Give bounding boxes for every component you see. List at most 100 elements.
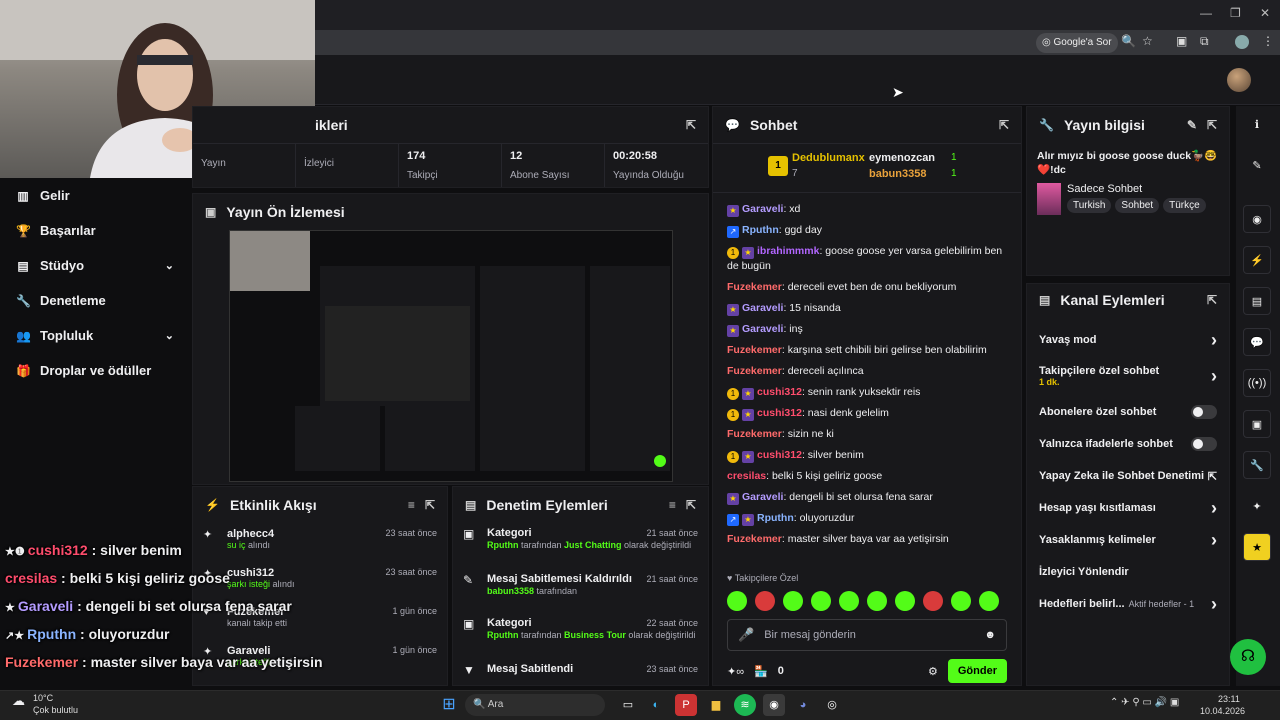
popout-icon[interactable]: ⇱	[425, 498, 435, 512]
close-icon[interactable]: ✕	[1260, 6, 1270, 20]
obs-icon[interactable]: ◎	[821, 694, 843, 716]
popout-icon[interactable]: ⇱	[686, 118, 696, 132]
tag-pill[interactable]: Sohbet	[1115, 198, 1160, 213]
bookmark-star-icon[interactable]: ☆	[1142, 34, 1153, 48]
chat-username[interactable]: Garaveli	[742, 203, 783, 215]
info-icon[interactable]: ℹ	[1243, 110, 1271, 138]
emote-icon[interactable]	[783, 591, 803, 611]
chat-username[interactable]: Fuzekemer	[727, 428, 782, 440]
lightning-icon[interactable]: ⚡	[1243, 246, 1271, 274]
drops-icon[interactable]: ✦	[1243, 492, 1271, 520]
chat-username[interactable]: ibrahimmmk	[757, 245, 819, 257]
channel-action-row[interactable]: Takipçilere özel sohbet 1 dk. ›	[1027, 356, 1229, 396]
camera-icon[interactable]: ◉	[1243, 205, 1271, 233]
minimize-icon[interactable]: —	[1200, 6, 1212, 20]
channel-action-row[interactable]: Abonelere özel sohbet	[1027, 396, 1229, 428]
chat-username[interactable]: Fuzekemer	[727, 344, 782, 356]
maximize-icon[interactable]: ❐	[1230, 6, 1241, 20]
chevron-right-icon[interactable]: ›	[1211, 366, 1217, 387]
external-link-icon[interactable]: ⇱	[1208, 470, 1217, 483]
popout-icon[interactable]: ⇱	[686, 498, 696, 512]
emote-icon[interactable]	[811, 591, 831, 611]
toggle-switch[interactable]	[1191, 405, 1217, 419]
ask-google-button[interactable]: ◎ Google'a Sor	[1036, 33, 1118, 53]
chevron-right-icon[interactable]: ›	[1211, 330, 1217, 351]
chat-username[interactable]: cresilas	[727, 470, 766, 482]
emote-icon[interactable]	[951, 591, 971, 611]
emote-icon[interactable]	[755, 591, 775, 611]
emote-icon[interactable]	[895, 591, 915, 611]
chrome-icon[interactable]: ◉	[763, 694, 785, 716]
chevron-right-icon[interactable]: ›	[1211, 530, 1217, 551]
chat-username[interactable]: Fuzekemer	[727, 281, 782, 293]
server-icon[interactable]: ▣	[1243, 410, 1271, 438]
spotify-icon[interactable]: ≋	[734, 694, 756, 716]
edit-pencil-icon[interactable]: ✎	[1243, 151, 1271, 179]
taskbar-search[interactable]: 🔍 Ara	[465, 694, 605, 716]
channel-action-row[interactable]: İzleyici Yönlendir	[1027, 556, 1229, 588]
popout-icon[interactable]: ⇱	[1207, 293, 1217, 307]
windows-start-icon[interactable]: ⊞	[438, 694, 460, 716]
emoji-icon[interactable]: ☻	[984, 629, 996, 641]
chat-username[interactable]: Fuzekemer	[727, 533, 782, 545]
settings-gear-icon[interactable]: ⚙	[928, 665, 938, 678]
support-headset-icon[interactable]: ☊	[1230, 639, 1266, 675]
channel-action-row[interactable]: Hedefleri belirl... Aktif hedefler - 1 ›	[1027, 588, 1229, 620]
discord-icon[interactable]: ◕	[792, 694, 814, 716]
translate-icon[interactable]: ▣	[1176, 34, 1187, 48]
chat-username[interactable]: cushi312	[757, 407, 802, 419]
chat-username[interactable]: cushi312	[757, 386, 802, 398]
chat-bubble-icon[interactable]: 💬	[1243, 328, 1271, 356]
profile-icon[interactable]	[1235, 35, 1249, 49]
nav-item-basarilar[interactable]: 🏆 Başarılar	[0, 213, 190, 248]
extensions-icon[interactable]: ⧉	[1200, 34, 1209, 49]
chat-username[interactable]: Rputhn	[742, 224, 779, 236]
chat-username[interactable]: Garaveli	[742, 302, 783, 314]
popout-icon[interactable]: ⇱	[999, 118, 1009, 132]
toggle-switch[interactable]	[1191, 437, 1217, 451]
tag-pill[interactable]: Türkçe	[1163, 198, 1206, 213]
channel-action-row[interactable]: Yapay Zeka ile Sohbet Denetimi ⇱	[1027, 460, 1229, 492]
emote-icon[interactable]	[979, 591, 999, 611]
nav-item-topluluk[interactable]: 👥 Topluluk ⌄	[0, 318, 190, 353]
wrench-icon[interactable]: 🔧	[1243, 451, 1271, 479]
chat-username[interactable]: Fuzekemer	[727, 365, 782, 377]
edge-icon[interactable]: ◐	[645, 694, 667, 716]
browser-menu-icon[interactable]: ⋮	[1262, 34, 1274, 48]
chat-username[interactable]: Garaveli	[742, 323, 783, 335]
user-avatar[interactable]	[1227, 68, 1251, 92]
nav-item-studyo[interactable]: ▤ Stüdyo ⌄	[0, 248, 190, 283]
broadcast-icon[interactable]: ((•))	[1243, 369, 1271, 397]
emote-icon[interactable]	[867, 591, 887, 611]
nav-item-droplar[interactable]: 🎁 Droplar ve ödüller	[0, 353, 190, 388]
stream-preview-image[interactable]	[229, 230, 673, 482]
chat-username[interactable]: Rputhn	[757, 512, 794, 524]
app-icon[interactable]: P	[675, 694, 697, 716]
document-icon[interactable]: ▤	[1243, 287, 1271, 315]
nav-item-denetleme[interactable]: 🔧 Denetleme	[0, 283, 190, 318]
filter-icon[interactable]: ≡	[408, 498, 415, 512]
emote-icon[interactable]	[839, 591, 859, 611]
channel-action-row[interactable]: Yalnızca ifadelerle sohbet	[1027, 428, 1229, 460]
channel-action-row[interactable]: Hesap yaşı kısıtlaması ›	[1027, 492, 1229, 524]
chat-input[interactable]: 🎤 Bir mesaj gönderin ☻	[727, 619, 1007, 651]
emote-icon[interactable]	[727, 591, 747, 611]
send-button[interactable]: Gönder	[947, 659, 1007, 683]
chevron-right-icon[interactable]: ›	[1211, 594, 1217, 615]
category-thumbnail[interactable]	[1037, 183, 1061, 215]
microphone-icon[interactable]: 🎤	[738, 627, 754, 643]
nav-item-gelir[interactable]: ▥ Gelir	[0, 178, 190, 213]
channel-action-row[interactable]: Yasaklanmış kelimeler ›	[1027, 524, 1229, 556]
tag-pill[interactable]: Turkish	[1067, 198, 1112, 213]
chat-username[interactable]: cushi312	[757, 449, 802, 461]
file-explorer-icon[interactable]: ▆	[705, 694, 727, 716]
shop-icon[interactable]: 🏪	[754, 665, 768, 678]
chevron-right-icon[interactable]: ›	[1211, 498, 1217, 519]
edit-pencil-icon[interactable]: ✎	[1187, 118, 1197, 132]
channel-action-row[interactable]: Yavaş mod ›	[1027, 324, 1229, 356]
filter-icon[interactable]: ≡	[669, 498, 676, 512]
widget-icon[interactable]: ★	[1243, 533, 1271, 561]
zoom-icon[interactable]: 🔍	[1121, 34, 1136, 48]
emote-icon[interactable]	[923, 591, 943, 611]
chat-username[interactable]: Garaveli	[742, 491, 783, 503]
